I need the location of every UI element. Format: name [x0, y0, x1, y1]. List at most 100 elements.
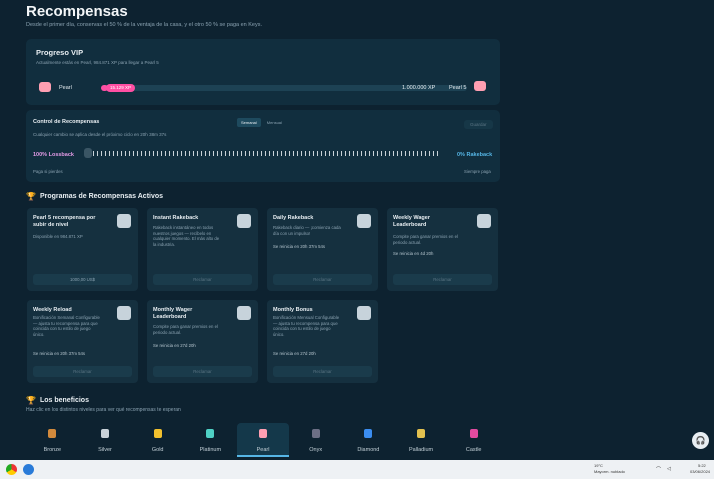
bronze-gem-icon	[48, 429, 57, 438]
rakeback-hint: Siempre paga	[464, 169, 491, 174]
chrome-icon[interactable]	[6, 464, 17, 475]
leaderboard-icon	[477, 214, 491, 228]
castle-gem-icon	[469, 429, 478, 438]
volume-icon[interactable]: ◁	[667, 466, 671, 472]
rakeback-label: 0% Rakeback	[457, 152, 493, 158]
program-title: Instant Rakeback	[153, 215, 199, 221]
next-tier-label: Pearl 5	[449, 85, 467, 91]
program-card: Instant Rakeback Rakeback instantáneo en…	[147, 208, 258, 291]
palladium-gem-icon	[417, 429, 426, 438]
platinum-gem-icon	[206, 429, 215, 438]
app-icon[interactable]	[23, 464, 34, 475]
diamond-gem-icon	[364, 429, 373, 438]
program-card: Weekly Reload Bonificación Semanal Confi…	[27, 300, 138, 383]
gold-gem-icon	[153, 429, 162, 438]
reward-slider-handle[interactable]	[84, 148, 92, 158]
tier-name: Onyx	[309, 447, 323, 453]
tier-tab-onyx[interactable]: Onyx	[289, 423, 342, 457]
control-subtitle: Cualquier cambio se aplica desde el próx…	[33, 132, 167, 137]
pearl5-gem-icon	[474, 81, 486, 91]
tier-name: Diamond	[357, 447, 380, 453]
program-card: Pearl 5 recompensa por subir de nivel Di…	[27, 208, 138, 291]
tier-tab-platinum[interactable]: Platinum	[184, 423, 237, 457]
program-desc: Rakeback instantáneo en todos nuestros j…	[153, 225, 220, 247]
support-icon[interactable]: 🎧	[692, 432, 709, 449]
benefits-heading-text: Los beneficios	[39, 397, 89, 404]
program-desc: Bonificación Semanal Configurable — ajus…	[33, 315, 100, 337]
pearl-gem-icon	[259, 429, 268, 438]
program-card: Weekly Wager Leaderboard Compite para ga…	[387, 208, 498, 291]
trophy-icon: 🏆	[26, 396, 36, 405]
claim-button[interactable]: Reclamar	[273, 274, 372, 285]
tier-name: Palladium	[408, 447, 434, 453]
tier-tab-palladium[interactable]: Palladium	[395, 423, 448, 457]
control-title: Control de Recompensas	[33, 119, 100, 125]
tier-name: Silver	[98, 447, 112, 453]
leaderboard-icon	[237, 306, 251, 320]
tier-tab-diamond[interactable]: Diamond	[342, 423, 395, 457]
claim-button[interactable]: Reclamar	[273, 366, 372, 377]
program-title: Monthly Wager Leaderboard	[153, 307, 193, 320]
vip-progress-card: Progreso VIP Actualmente estás en Pearl,…	[26, 39, 500, 105]
programs-heading-text: Programas de Recompensas Activos	[39, 193, 164, 200]
clock-time: 5:22	[698, 463, 706, 468]
silver-gem-icon	[101, 429, 109, 438]
claim-button[interactable]: Reclamar	[393, 274, 492, 285]
clock-date: 03/06/2024	[690, 469, 711, 474]
reward-slider-track[interactable]	[89, 151, 439, 156]
save-button[interactable]: Guardar	[464, 120, 493, 129]
program-reset: Se reinicia en 27d 20h	[153, 343, 196, 348]
program-desc: Rakeback diario — ¡comienza cada día con…	[273, 225, 341, 236]
programs-heading: 🏆 Programas de Recompensas Activos	[26, 192, 163, 201]
tier-name: Bronze	[43, 447, 62, 453]
program-title: Weekly Reload	[33, 307, 72, 313]
tier-tab-castle[interactable]: Castle	[447, 423, 500, 457]
tier-name: Gold	[151, 447, 164, 453]
tier-tab-bronze[interactable]: Bronze	[26, 423, 79, 457]
page-title: Recompensas	[26, 3, 128, 20]
program-desc: Compite para ganar premios en el periodo…	[153, 324, 218, 335]
tier-name: Castle	[465, 447, 482, 453]
gift-icon	[117, 214, 131, 228]
program-card: Daily Rakeback Rakeback diario — ¡comien…	[267, 208, 378, 291]
rewards-page: Recompensas Desde el primer día, conserv…	[0, 0, 714, 460]
tier-tab-pearl[interactable]: Pearl	[236, 423, 290, 457]
claim-button[interactable]: Reclamar	[153, 274, 252, 285]
weather-temp: 19°C	[594, 463, 603, 468]
tier-tab-gold[interactable]: Gold	[131, 423, 184, 457]
tier-selector: Bronze Silver Gold Platinum Pearl Onyx D…	[26, 423, 500, 457]
pearl-gem-icon	[39, 82, 51, 92]
tier-tab-silver[interactable]: Silver	[79, 423, 132, 457]
gift-icon	[237, 214, 251, 228]
program-card: Monthly Bonus Bonificación Mensual Confi…	[267, 300, 378, 383]
program-desc: Disponible en 984.871 XP	[33, 234, 83, 239]
vip-title: Progreso VIP	[36, 48, 84, 57]
claim-level-button[interactable]: 1000,00 US$	[33, 274, 132, 285]
vip-subtitle: Actualmente estás en Pearl, 984.871 XP p…	[36, 60, 159, 65]
tier-name: Platinum	[199, 447, 222, 453]
reward-control-card: Control de Recompensas Cualquier cambio …	[26, 110, 500, 182]
benefits-heading: 🏆 Los beneficios	[26, 396, 89, 405]
benefits-subtitle: Haz clic en los distintos niveles para v…	[26, 407, 181, 413]
program-reset: Se reinicia en 27d 20h	[273, 351, 316, 356]
reload-icon	[117, 306, 131, 320]
lossback-hint: Paga si pierdes	[33, 169, 63, 174]
tier-name: Pearl	[256, 447, 270, 453]
program-reset: Se reinicia en 4d 20h	[393, 251, 434, 256]
bonus-icon	[357, 306, 371, 320]
claim-button[interactable]: Reclamar	[33, 366, 132, 377]
tab-semanal[interactable]: Semanal	[237, 118, 261, 127]
program-title: Daily Rakeback	[273, 215, 314, 221]
wifi-icon[interactable]: ⌒	[656, 466, 661, 473]
program-desc: Compite para ganar premios en el periodo…	[393, 234, 458, 245]
taskbar: 19°C Mayorm. nublado ⌒ ◁ 5:22 03/06/2024	[0, 460, 714, 479]
claim-button[interactable]: Reclamar	[153, 366, 252, 377]
trophy-icon: 🏆	[26, 192, 36, 201]
program-title: Monthly Bonus	[273, 307, 313, 313]
lossback-label: 100% Lossback	[33, 152, 74, 158]
current-xp-pill: 15.129 XP	[106, 84, 136, 92]
program-card: Monthly Wager Leaderboard Compite para g…	[147, 300, 258, 383]
bag-icon	[357, 214, 371, 228]
tab-mensual[interactable]: Mensual	[263, 118, 286, 127]
onyx-gem-icon	[311, 429, 320, 438]
